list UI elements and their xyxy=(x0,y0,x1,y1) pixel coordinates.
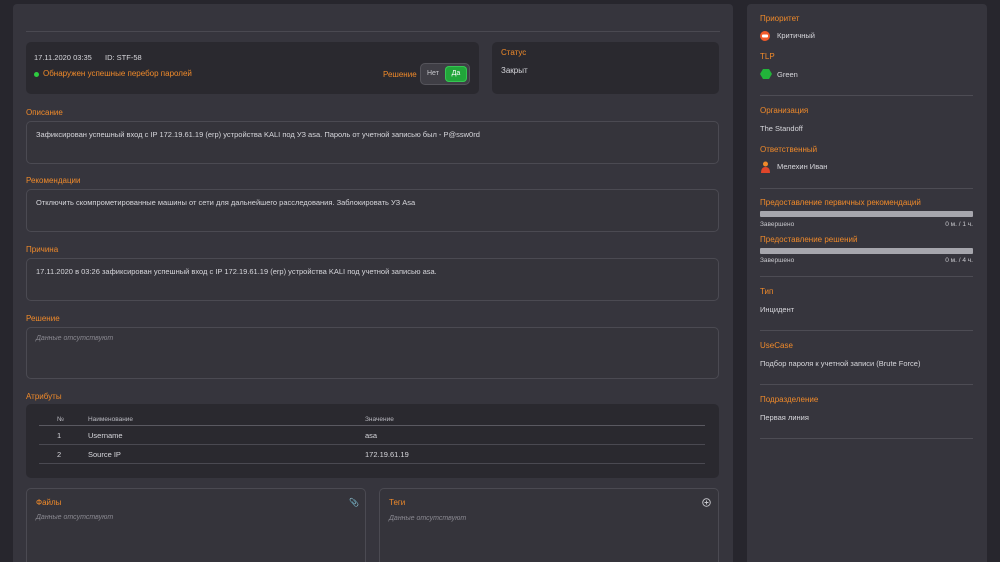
sla2-time: 0 м. / 4 ч. xyxy=(945,257,973,264)
solution-title: Решение xyxy=(26,314,60,323)
files-empty-text: Данные отсутствуют xyxy=(36,514,114,521)
tags-card: Теги Данные отсутствуют xyxy=(379,488,719,562)
status-dot-icon xyxy=(34,72,39,77)
column-header-name: Наименование xyxy=(63,414,365,426)
divider xyxy=(760,95,973,96)
responsible-value[interactable]: Мелехин Иван xyxy=(777,162,827,171)
add-tag-icon[interactable] xyxy=(702,498,711,507)
attributes-table: № Наименование Значение 1 Username asa 2… xyxy=(39,414,705,464)
type-title: Тип xyxy=(760,287,774,296)
tlp-title: TLP xyxy=(760,52,775,61)
divider xyxy=(760,188,973,189)
cause-box: 17.11.2020 в 03:26 зафиксирован успешный… xyxy=(26,258,719,301)
files-title: Файлы xyxy=(36,498,62,507)
critical-priority-icon xyxy=(760,31,770,41)
column-header-number: № xyxy=(39,414,64,426)
sla1-progress-bar xyxy=(760,211,973,217)
cause-title: Причина xyxy=(26,245,59,254)
sla1-time: 0 м. / 1 ч. xyxy=(945,221,973,228)
decision-label: Решение xyxy=(383,70,417,79)
decision-toggle[interactable]: Нет Да xyxy=(420,63,470,85)
row-value: asa xyxy=(364,425,705,445)
recommendations-title: Рекомендации xyxy=(26,176,81,185)
solution-box[interactable]: Данные отсутствуют xyxy=(26,327,719,379)
table-row[interactable]: 2 Source IP 172.19.61.19 xyxy=(39,444,705,464)
tags-title: Теги xyxy=(389,498,406,507)
division-value: Первая линия xyxy=(760,413,809,422)
incident-id: ID: STF-58 xyxy=(105,53,142,62)
row-number: 2 xyxy=(39,444,64,464)
usecase-value: Подбор пароля к учетной записи (Brute Fo… xyxy=(760,359,921,368)
attach-icon[interactable]: 📎 xyxy=(349,498,359,507)
usecase-title: UseCase xyxy=(760,341,793,350)
files-card: Файлы 📎 Данные отсутствуют xyxy=(26,488,366,562)
responsible-title: Ответственный xyxy=(760,145,818,154)
incident-header-card: 17.11.2020 03:35 ID: STF-58 Обнаружен ус… xyxy=(26,42,479,94)
sla2-title: Предоставление решений xyxy=(760,235,858,244)
column-header-value: Значение xyxy=(364,414,705,426)
cause-text: 17.11.2020 в 03:26 зафиксирован успешный… xyxy=(36,267,437,276)
divider xyxy=(760,330,973,331)
recommendations-box: Отключить скомпрометированные машины от … xyxy=(26,189,719,232)
status-title: Статус xyxy=(501,48,527,57)
header-divider xyxy=(26,31,720,32)
solution-empty-text: Данные отсутствуют xyxy=(36,335,114,342)
recommendations-text: Отключить скомпрометированные машины от … xyxy=(36,198,416,207)
attributes-header-row: № Наименование Значение xyxy=(39,414,705,426)
description-title: Описание xyxy=(26,108,63,117)
incident-main-panel: 17.11.2020 03:35 ID: STF-58 Обнаружен ус… xyxy=(13,4,733,562)
toggle-yes-option[interactable]: Да xyxy=(445,66,467,82)
row-number: 1 xyxy=(39,425,64,445)
tlp-value: Green xyxy=(777,70,798,79)
user-icon xyxy=(761,161,770,173)
sla1-status: Завершено xyxy=(760,221,795,228)
status-card: Статус Закрыт xyxy=(492,42,719,94)
divider xyxy=(760,276,973,277)
priority-title: Приоритет xyxy=(760,14,800,23)
status-value: Закрыт xyxy=(501,66,528,75)
attributes-title: Атрибуты xyxy=(26,392,62,401)
priority-value: Критичный xyxy=(777,31,815,40)
tags-empty-text: Данные отсутствуют xyxy=(389,515,467,522)
row-value: 172.19.61.19 xyxy=(364,444,705,464)
description-box: Зафиксирован успешный вход с IP 172.19.6… xyxy=(26,121,719,164)
division-title: Подразделение xyxy=(760,395,819,404)
table-row[interactable]: 1 Username asa xyxy=(39,425,705,445)
organization-value: The Standoff xyxy=(760,124,803,133)
organization-title: Организация xyxy=(760,106,809,115)
incident-sidebar: Приоритет Критичный TLP Green Организаци… xyxy=(747,4,987,562)
row-name: Username xyxy=(63,425,365,445)
row-name: Source IP xyxy=(63,444,365,464)
sla1-title: Предоставление первичных рекомендаций xyxy=(760,198,921,207)
alert-title: Обнаружен успешные перебор паролей xyxy=(43,69,192,78)
tlp-green-icon xyxy=(760,69,772,79)
description-text: Зафиксирован успешный вход с IP 172.19.6… xyxy=(36,130,480,139)
toggle-no-option[interactable]: Нет xyxy=(427,70,439,77)
type-value: Инцидент xyxy=(760,305,795,314)
divider xyxy=(760,384,973,385)
incident-datetime: 17.11.2020 03:35 xyxy=(34,53,92,62)
sla2-progress-bar xyxy=(760,248,973,254)
sla2-status: Завершено xyxy=(760,257,795,264)
divider xyxy=(760,438,973,439)
